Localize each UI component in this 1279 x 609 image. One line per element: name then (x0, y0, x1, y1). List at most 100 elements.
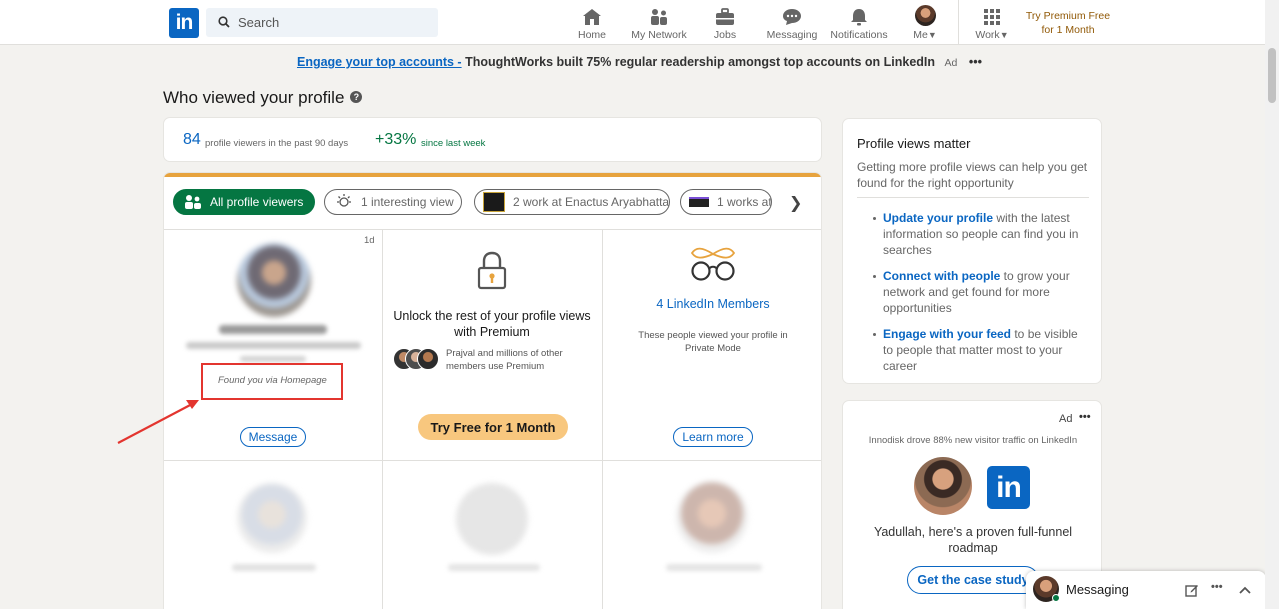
viewer-avatar (237, 483, 307, 553)
tip-item: Connect with people to grow your network… (883, 268, 1083, 316)
ad-tag: Ad (944, 57, 958, 69)
tips-subtitle: Getting more profile views can help you … (857, 160, 1088, 190)
nav-notifications[interactable]: Notifications (829, 6, 889, 42)
try-free-button[interactable]: Try Free for 1 Month (418, 414, 568, 440)
scrollbar-track[interactable] (1265, 0, 1279, 609)
linkedin-logo[interactable]: in (169, 8, 199, 38)
bell-icon (851, 9, 867, 26)
bullet (873, 275, 876, 278)
profile-views-tips-card: Profile views matter Getting more profil… (842, 118, 1102, 384)
ad-banner-text[interactable]: ThoughtWorks built 75% regular readershi… (465, 55, 935, 69)
growth-value: +33% (375, 131, 417, 148)
lightbulb-icon (337, 194, 351, 207)
more-icon[interactable]: ••• (969, 55, 982, 69)
filter-interesting-view[interactable]: 1 interesting view (324, 189, 462, 215)
home-icon (583, 9, 601, 25)
nav-messaging[interactable]: Messaging (766, 6, 818, 42)
chevron-right-icon[interactable]: ❯ (789, 193, 802, 213)
bullet (873, 333, 876, 336)
nav-jobs[interactable]: Jobs (710, 6, 740, 42)
try-premium-link[interactable]: Try Premium Free for 1 Month (1024, 9, 1112, 37)
viewer-avatar[interactable] (237, 243, 311, 317)
compose-icon[interactable] (1185, 583, 1199, 597)
chevron-up-icon[interactable] (1238, 585, 1252, 595)
nav-me-label: Me (913, 29, 928, 41)
nav-my-network-label: My Network (631, 29, 687, 41)
company-logo (689, 197, 709, 207)
user-avatar (914, 457, 972, 515)
avatar (914, 5, 936, 26)
filter-all-viewers[interactable]: All profile viewers (173, 189, 315, 215)
viewer-name-blurred (448, 564, 540, 571)
messaging-dock[interactable]: Messaging ••• (1026, 571, 1266, 609)
nav-home-label: Home (577, 29, 606, 41)
grid-divider (602, 229, 603, 609)
help-icon[interactable]: ? (350, 90, 363, 103)
avatar (417, 348, 439, 370)
nav-work[interactable]: Work▼ (972, 6, 1012, 42)
viewer-avatar (676, 481, 748, 553)
viewer-name-blurred (232, 564, 316, 571)
tip-item: Engage with your feed to be visible to p… (883, 326, 1083, 374)
nav-work-label: Work (975, 29, 1000, 41)
bullet (873, 217, 876, 220)
premium-accent-bar (164, 173, 821, 177)
people-icon (185, 195, 201, 209)
search-icon (218, 16, 230, 28)
nav-me[interactable]: Me▼ (908, 5, 942, 42)
viewer-name-blurred (666, 564, 762, 571)
nav-my-network[interactable]: My Network (630, 6, 688, 42)
private-viewers-desc: These people viewed your profile in Priv… (638, 330, 788, 354)
tips-title: Profile views matter (857, 136, 971, 151)
message-button[interactable]: Message (240, 427, 306, 447)
page-title-text: Who viewed your profile (163, 88, 345, 107)
grid-divider (164, 460, 821, 461)
glasses-icon (690, 247, 736, 281)
case-study-button[interactable]: Get the case study (907, 566, 1039, 594)
annotation-highlight-box (201, 363, 343, 400)
private-viewers-count[interactable]: 4 LinkedIn Members (604, 297, 821, 311)
briefcase-icon (716, 8, 734, 25)
ad-headline[interactable]: Innodisk drove 88% new visitor traffic o… (843, 435, 1103, 446)
company-logo (483, 192, 505, 212)
more-icon[interactable]: ••• (1211, 581, 1223, 593)
chat-icon (783, 9, 801, 25)
tip-item: Update your profile with the latest info… (883, 210, 1083, 258)
more-icon[interactable]: ••• (1079, 411, 1091, 423)
divider (857, 197, 1089, 198)
filter-works-at[interactable]: 1 works at (680, 189, 772, 215)
nav-home[interactable]: Home (575, 6, 609, 42)
page-title: Who viewed your profile? (163, 88, 363, 108)
viewed-time: 1d (364, 235, 375, 246)
viewers-label: profile viewers in the past 90 days (205, 138, 349, 149)
premium-social-proof: Prajval and millions of other members us… (446, 348, 563, 372)
scrollbar-thumb[interactable] (1268, 48, 1276, 103)
member-avatars (393, 346, 443, 372)
network-icon (651, 9, 667, 25)
viewer-name-blurred (219, 325, 327, 334)
filter-label: 1 works at (717, 195, 772, 209)
grid-divider (382, 229, 383, 609)
messaging-label: Messaging (1066, 582, 1129, 597)
premium-line-1: Try Premium Free (1025, 10, 1111, 22)
grid-icon (984, 9, 1000, 25)
search-box[interactable] (206, 8, 438, 37)
tip-link[interactable]: Update your profile (883, 211, 993, 225)
growth-label: since last week (421, 138, 486, 149)
filter-label: 1 interesting view (361, 195, 454, 209)
ad-banner-link[interactable]: Engage your top accounts - (297, 55, 462, 69)
viewer-headline-blurred (240, 356, 306, 362)
online-status-dot (1052, 594, 1060, 602)
viewers-count[interactable]: 84 (183, 131, 201, 149)
filter-enactus[interactable]: 2 work at Enactus Aryabhatta (474, 189, 670, 215)
learn-more-button[interactable]: Learn more (673, 427, 753, 447)
search-input[interactable] (238, 8, 428, 37)
premium-line-2: for 1 Month (1041, 24, 1095, 36)
linkedin-logo: in (987, 466, 1030, 509)
lock-icon (477, 251, 507, 290)
caret-down-icon: ▼ (999, 30, 1009, 40)
tip-link[interactable]: Connect with people (883, 269, 1000, 283)
top-navbar: in Home My Network Jobs Messaging Notifi… (0, 0, 1279, 45)
tip-link[interactable]: Engage with your feed (883, 327, 1011, 341)
ad-banner: Engage your top accounts - ThoughtWorks … (0, 55, 1279, 69)
